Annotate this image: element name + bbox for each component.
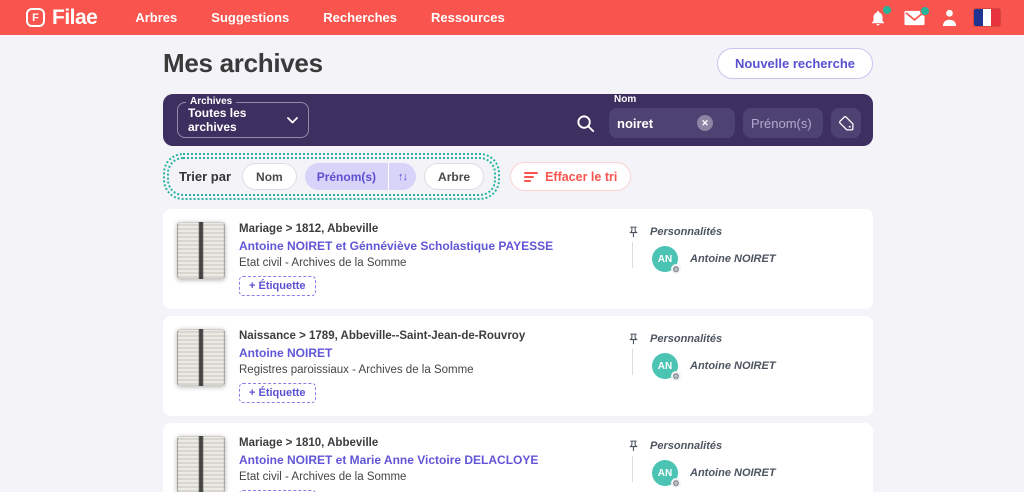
page-title: Mes archives <box>163 48 323 79</box>
record-thumbnail[interactable] <box>177 329 225 386</box>
notifications-bell-icon[interactable] <box>869 9 887 27</box>
chevron-down-icon <box>287 111 298 129</box>
flag-blue-stripe <box>974 9 983 26</box>
connector-line <box>632 242 633 268</box>
nav-item-suggestions[interactable]: Suggestions <box>211 10 289 25</box>
person-name[interactable]: Antoine NOIRET <box>690 467 776 479</box>
filae-logo[interactable]: F Filae <box>26 6 97 30</box>
add-label-button[interactable]: + Étiquette <box>239 383 316 403</box>
gear-badge-icon: ⚙ <box>671 478 681 488</box>
gear-badge-icon: ⚙ <box>671 264 681 274</box>
person-avatar[interactable]: AN ⚙ <box>652 460 678 486</box>
record-source: Etat civil - Archives de la Somme <box>239 257 553 269</box>
top-navigation: F Filae Arbres Suggestions Recherches Re… <box>0 0 1024 35</box>
record-source: Registres paroissiaux - Archives de la S… <box>239 364 525 376</box>
result-card: Mariage > 1810, Abbeville Antoine NOIRET… <box>163 423 873 492</box>
person-name[interactable]: Antoine NOIRET <box>690 360 776 372</box>
sort-direction-arrows-icon[interactable]: ↑↓ <box>388 163 416 190</box>
clear-sort-label: Effacer le tri <box>545 170 617 184</box>
language-flag-france[interactable] <box>974 9 1000 26</box>
sort-by-label: Trier par <box>179 169 231 184</box>
sort-by-name-button[interactable]: Nom <box>242 163 297 190</box>
account-person-icon[interactable] <box>942 9 957 26</box>
record-persons-link[interactable]: Antoine NOIRET et Marie Anne Victoire DE… <box>239 453 538 467</box>
person-avatar[interactable]: AN ⚙ <box>652 246 678 272</box>
filae-logo-icon: F <box>26 8 45 27</box>
personalities-label: Personnalités <box>650 440 722 452</box>
record-source: Etat civil - Archives de la Somme <box>239 471 538 483</box>
message-dot <box>920 6 930 16</box>
sort-lines-icon <box>524 171 538 183</box>
lastname-field-label: Nom <box>614 94 735 105</box>
archives-select[interactable]: Archives Toutes les archives <box>177 102 309 138</box>
notification-dot <box>882 5 892 15</box>
sort-by-firstname-label: Prénom(s) <box>305 163 388 190</box>
results-list: Mariage > 1812, Abbeville Antoine NOIRET… <box>163 209 873 492</box>
sort-by-firstname-button[interactable]: Prénom(s) ↑↓ <box>305 163 416 190</box>
flag-red-stripe <box>991 9 1000 26</box>
sort-group: Trier par Nom Prénom(s) ↑↓ Arbre <box>167 157 496 196</box>
gear-badge-icon: ⚙ <box>671 371 681 381</box>
result-card: Naissance > 1789, Abbeville--Saint-Jean-… <box>163 316 873 416</box>
sort-highlight-annotation: Trier par Nom Prénom(s) ↑↓ Arbre <box>163 153 500 200</box>
nav-item-ressources[interactable]: Ressources <box>431 10 505 25</box>
lastname-field-group: Nom ✕ <box>609 94 735 138</box>
pin-icon <box>627 439 640 453</box>
record-title: Naissance > 1789, Abbeville--Saint-Jean-… <box>239 330 525 342</box>
record-thumbnail[interactable] <box>177 222 225 279</box>
search-bar: Archives Toutes les archives Nom ✕ <box>163 94 873 146</box>
clear-lastname-icon[interactable]: ✕ <box>697 115 713 131</box>
connector-line <box>632 456 633 482</box>
record-thumbnail[interactable] <box>177 436 225 492</box>
sort-by-tree-button[interactable]: Arbre <box>424 163 484 190</box>
pin-icon <box>627 332 640 346</box>
main-nav: Arbres Suggestions Recherches Ressources <box>135 10 504 25</box>
tag-icon <box>838 115 855 132</box>
sort-row: Trier par Nom Prénom(s) ↑↓ Arbre Effacer… <box>163 153 873 200</box>
nav-item-arbres[interactable]: Arbres <box>135 10 177 25</box>
personalities-panel: Personnalités AN ⚙ Antoine NOIRET <box>625 222 859 296</box>
search-icon[interactable] <box>576 114 595 133</box>
pin-icon <box>627 225 640 239</box>
avatar-initials: AN <box>658 361 672 372</box>
avatar-initials: AN <box>658 468 672 479</box>
avatar-initials: AN <box>658 254 672 265</box>
record-title: Mariage > 1812, Abbeville <box>239 223 553 235</box>
result-card: Mariage > 1812, Abbeville Antoine NOIRET… <box>163 209 873 309</box>
archives-select-value: Toutes les archives <box>188 106 287 134</box>
add-label-button[interactable]: + Étiquette <box>239 276 316 296</box>
main-content: Mes archives Nouvelle recherche Archives… <box>163 48 873 492</box>
firstname-input[interactable] <box>751 116 815 131</box>
record-persons-link[interactable]: Antoine NOIRET et Génnéviève Scholastiqu… <box>239 239 553 253</box>
firstname-field-group <box>743 108 823 138</box>
flag-white-stripe <box>983 9 992 26</box>
record-title: Mariage > 1810, Abbeville <box>239 437 538 449</box>
record-persons-link[interactable]: Antoine NOIRET <box>239 346 525 360</box>
personalities-panel: Personnalités AN ⚙ Antoine NOIRET <box>625 436 859 492</box>
clear-sort-button[interactable]: Effacer le tri <box>510 162 631 191</box>
lastname-input[interactable] <box>617 116 697 131</box>
nav-item-recherches[interactable]: Recherches <box>323 10 397 25</box>
personalities-panel: Personnalités AN ⚙ Antoine NOIRET <box>625 329 859 403</box>
person-name[interactable]: Antoine NOIRET <box>690 253 776 265</box>
brand-name: Filae <box>52 6 97 30</box>
connector-line <box>632 349 633 375</box>
personalities-label: Personnalités <box>650 226 722 238</box>
messages-envelope-icon[interactable] <box>904 10 925 26</box>
personalities-label: Personnalités <box>650 333 722 345</box>
person-avatar[interactable]: AN ⚙ <box>652 353 678 379</box>
archives-select-label: Archives <box>186 96 236 107</box>
tag-filter-button[interactable] <box>831 108 861 138</box>
new-search-button[interactable]: Nouvelle recherche <box>717 48 873 79</box>
